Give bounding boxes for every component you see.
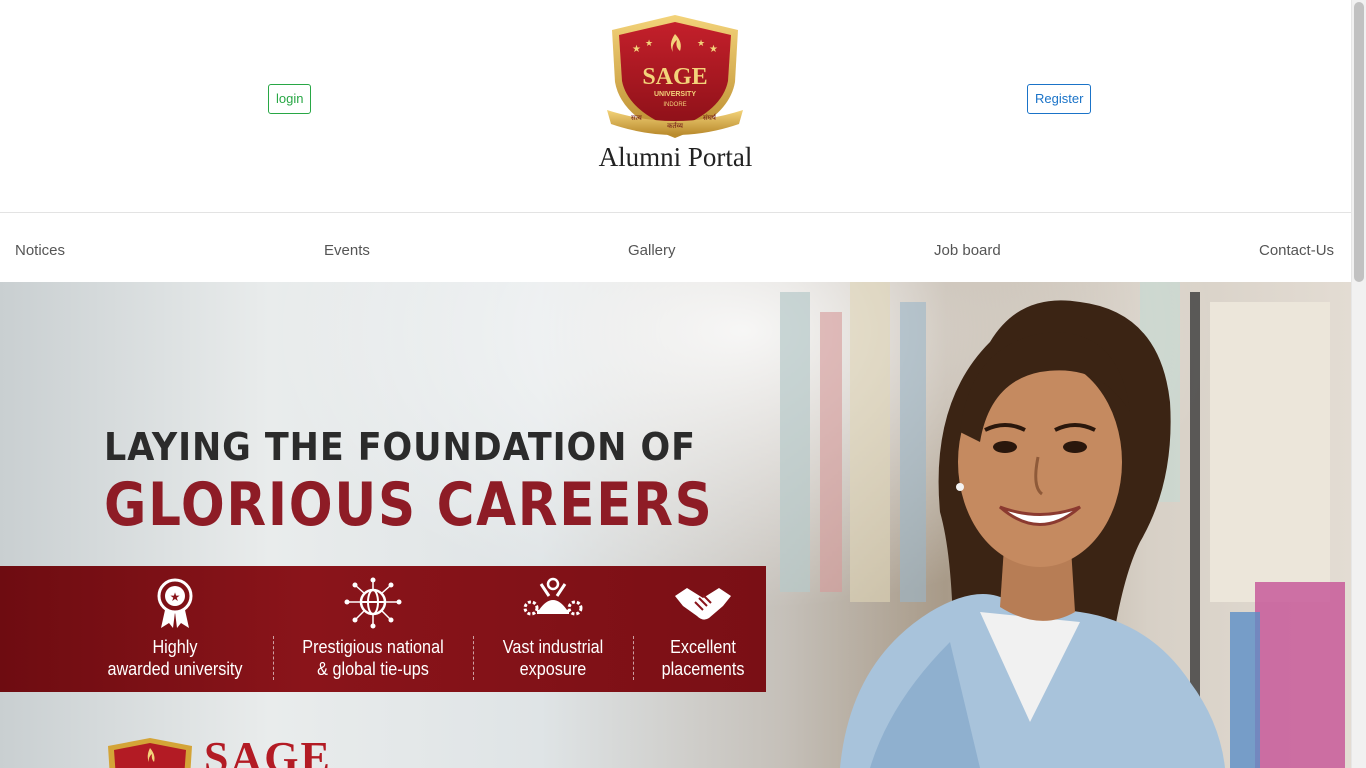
svg-text:कर्तव्य: कर्तव्य: [667, 121, 683, 130]
feature-awarded-line2: awarded university: [107, 659, 243, 679]
feature-awarded: ★ Highly awarded university: [95, 566, 255, 692]
bottom-brand-text: SAGE: [204, 733, 332, 768]
hero-headline-line2: GLORIOUS CAREERS: [104, 470, 714, 540]
industry-tools-icon: [523, 577, 583, 616]
svg-text:INDORE: INDORE: [663, 102, 686, 108]
svg-text:★: ★: [632, 44, 641, 55]
feature-industrial: Vast industrial exposure: [483, 566, 623, 692]
login-button[interactable]: login: [268, 84, 312, 114]
feature-industrial-line2: exposure: [519, 659, 587, 679]
svg-text:★: ★: [697, 39, 705, 49]
nav-item-events[interactable]: Events: [324, 213, 370, 282]
feature-placements: Excellent placements: [643, 566, 763, 692]
hero-headline-line1: LAYING THE FOUNDATION OF: [104, 425, 696, 469]
svg-text:संघर्ष: संघर्ष: [703, 113, 717, 122]
feature-awarded-line1: Highly: [152, 637, 198, 657]
feature-divider: [273, 636, 275, 680]
svg-text:सत्य: सत्य: [631, 114, 643, 122]
global-network-icon: [344, 577, 402, 629]
nav-item-gallery[interactable]: Gallery: [628, 213, 676, 282]
nav-item-job-board[interactable]: Job board: [934, 213, 1001, 282]
nav-item-contact-us[interactable]: Contact-Us: [1259, 213, 1334, 282]
header: login ★ ★ ★ ★ SAGE UNIVERSITY INDORE सत्…: [0, 0, 1351, 213]
nav-item-notices[interactable]: Notices: [15, 213, 65, 282]
svg-text:★: ★: [645, 39, 653, 49]
svg-text:SAGE: SAGE: [642, 64, 707, 90]
main-nav: Notices Events Gallery Job board Contact…: [0, 213, 1351, 282]
feature-tieups-line1: Prestigious national: [302, 637, 444, 657]
sage-crest-icon: [108, 738, 192, 768]
vertical-scrollbar[interactable]: [1351, 0, 1366, 768]
svg-text:UNIVERSITY: UNIVERSITY: [654, 91, 696, 98]
feature-divider: [473, 636, 475, 680]
feature-placements-line1: Excellent: [670, 637, 736, 657]
register-button[interactable]: Register: [1027, 84, 1092, 114]
features-band: ★ Highly awarded university Prestigious …: [0, 566, 766, 692]
handshake-icon: [675, 588, 731, 620]
award-ribbon-icon: ★: [157, 578, 193, 628]
scrollbar-thumb[interactable]: [1354, 2, 1364, 282]
svg-text:★: ★: [709, 44, 718, 55]
feature-industrial-line1: Vast industrial: [502, 637, 604, 657]
feature-placements-line2: placements: [661, 659, 745, 679]
portal-title: Alumni Portal: [598, 142, 753, 172]
feature-divider: [633, 636, 635, 680]
feature-tieups-line2: & global tie-ups: [317, 659, 429, 679]
sage-university-logo: ★ ★ ★ ★ SAGE UNIVERSITY INDORE सत्य कर्त…: [607, 15, 743, 138]
page: login ★ ★ ★ ★ SAGE UNIVERSITY INDORE सत्…: [0, 0, 1351, 768]
svg-text:★: ★: [170, 590, 181, 604]
student-photo: [840, 300, 1225, 768]
hero-banner[interactable]: LAYING THE FOUNDATION OF GLORIOUS CAREER…: [0, 282, 1351, 768]
feature-tieups: Prestigious national & global tie-ups: [283, 566, 463, 692]
